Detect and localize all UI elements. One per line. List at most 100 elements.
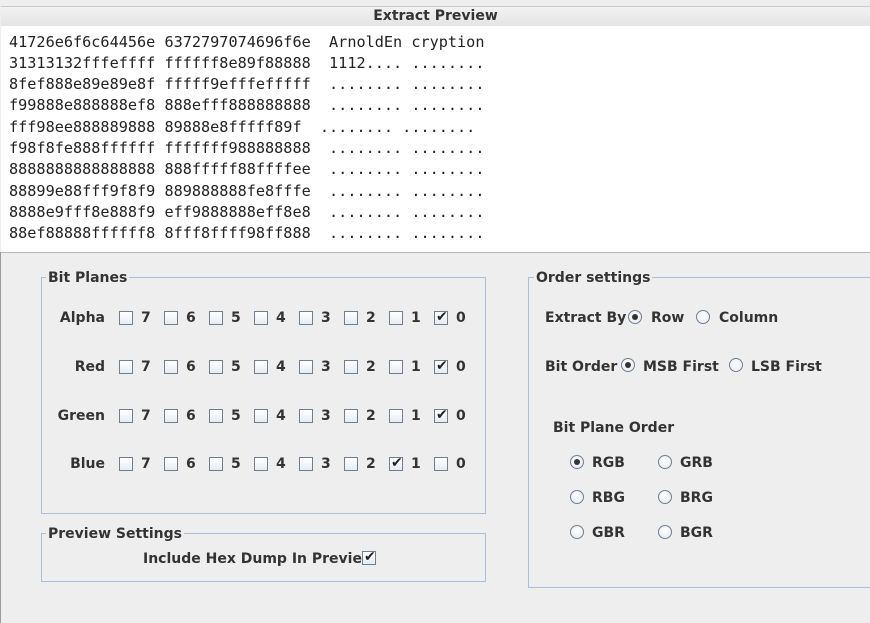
- include-hex-dump-checkbox[interactable]: ✔: [362, 549, 376, 565]
- red-bit-4-checkbox[interactable]: [254, 360, 268, 374]
- green-bit-2-checkbox[interactable]: [344, 409, 358, 423]
- blue-bit-2-label: 2: [366, 456, 376, 472]
- red-bit-0-checkbox[interactable]: ✔: [434, 358, 448, 374]
- green-bit-1-label: 1: [411, 408, 421, 424]
- green-bit-3-checkbox[interactable]: [299, 409, 313, 423]
- red-bit-1-checkbox[interactable]: [389, 360, 403, 374]
- bit-order-msb-label[interactable]: MSB First: [643, 359, 719, 375]
- blue-bit-6-checkbox[interactable]: [164, 457, 178, 471]
- alpha-bit-5-checkbox[interactable]: [209, 311, 223, 325]
- check-icon: ✔: [436, 358, 448, 374]
- alpha-bit-1-label: 1: [411, 310, 421, 326]
- red-bit-7-checkbox[interactable]: [119, 360, 133, 374]
- red-bit-4-label: 4: [276, 359, 286, 375]
- preview-line: 8888888888888888 888fffff88ffffee ......…: [9, 160, 485, 178]
- extract-preview-text-area[interactable]: 41726e6f6c64456e 6372797074696f6e Arnold…: [1, 26, 870, 253]
- bit-row-label-blue: Blue: [70, 456, 105, 472]
- extract-by-column-label[interactable]: Column: [719, 310, 778, 326]
- plane-order-grb-radio[interactable]: [658, 455, 672, 469]
- blue-bit-4-checkbox[interactable]: [254, 457, 268, 471]
- bit-row-label-red: Red: [74, 359, 105, 375]
- order-settings-title: Order settings: [534, 270, 653, 286]
- alpha-bit-6-checkbox[interactable]: [164, 311, 178, 325]
- blue-bit-6-label: 6: [186, 456, 196, 472]
- alpha-bit-2-checkbox[interactable]: [344, 311, 358, 325]
- radio-selected-dot: [625, 362, 631, 368]
- plane-order-brg-label[interactable]: BRG: [680, 490, 713, 506]
- alpha-bit-5-label: 5: [231, 310, 241, 326]
- blue-bit-3-checkbox[interactable]: [299, 457, 313, 471]
- alpha-bit-1-checkbox[interactable]: [389, 311, 403, 325]
- green-bit-7-label: 7: [141, 408, 151, 424]
- blue-bit-5-label: 5: [231, 456, 241, 472]
- bit-row-label-green: Green: [57, 408, 105, 424]
- green-bit-6-checkbox[interactable]: [164, 409, 178, 423]
- red-bit-2-label: 2: [366, 359, 376, 375]
- preview-line: f98f8fe888ffffff fffffff988888888 ......…: [9, 139, 485, 157]
- green-bit-7-checkbox[interactable]: [119, 409, 133, 423]
- alpha-bit-3-label: 3: [321, 310, 331, 326]
- plane-order-grb-label[interactable]: GRB: [680, 455, 713, 471]
- red-bit-2-checkbox[interactable]: [344, 360, 358, 374]
- bit-planes-title: Bit Planes: [46, 270, 130, 286]
- alpha-bit-0-label: 0: [456, 310, 466, 326]
- green-bit-1-checkbox[interactable]: [389, 409, 403, 423]
- plane-order-rbg-radio[interactable]: [570, 490, 584, 504]
- include-hex-dump-label: Include Hex Dump In Preview: [143, 551, 375, 567]
- plane-order-brg-radio[interactable]: [658, 490, 672, 504]
- green-bit-2-label: 2: [366, 408, 376, 424]
- bit-order-lsb-radio[interactable]: [729, 358, 743, 372]
- preview-line: 41726e6f6c64456e 6372797074696f6e Arnold…: [9, 33, 485, 51]
- blue-bit-2-checkbox[interactable]: [344, 457, 358, 471]
- bit-plane-order-label: Bit Plane Order: [553, 420, 675, 436]
- red-bit-0-label: 0: [456, 359, 466, 375]
- plane-order-gbr-radio[interactable]: [570, 525, 584, 539]
- plane-order-bgr-radio[interactable]: [658, 525, 672, 539]
- plane-order-rbg-label[interactable]: RBG: [592, 490, 625, 506]
- extract-by-row-radio[interactable]: [628, 310, 642, 324]
- blue-bit-5-checkbox[interactable]: [209, 457, 223, 471]
- green-bit-5-checkbox[interactable]: [209, 409, 223, 423]
- red-bit-1-label: 1: [411, 359, 421, 375]
- preview-line: 88899e88fff9f8f9 889888888fe8fffe ......…: [9, 182, 485, 200]
- blue-bit-7-checkbox[interactable]: [119, 457, 133, 471]
- blue-bit-0-checkbox[interactable]: [434, 457, 448, 471]
- bit-order-label: Bit Order: [545, 359, 618, 375]
- green-bit-0-checkbox[interactable]: ✔: [434, 407, 448, 423]
- preview-line: 8888e9fff8e888f9 eff9888888eff8e8 ......…: [9, 203, 485, 221]
- preview-settings-title: Preview Settings: [46, 526, 184, 542]
- extract-by-label: Extract By: [545, 310, 627, 326]
- blue-bit-1-label: 1: [411, 456, 421, 472]
- radio-selected-dot: [632, 314, 638, 320]
- green-bit-4-checkbox[interactable]: [254, 409, 268, 423]
- alpha-bit-0-checkbox[interactable]: ✔: [434, 309, 448, 325]
- green-bit-3-label: 3: [321, 408, 331, 424]
- alpha-bit-2-label: 2: [366, 310, 376, 326]
- blue-bit-7-label: 7: [141, 456, 151, 472]
- check-icon: ✔: [436, 309, 448, 325]
- alpha-bit-3-checkbox[interactable]: [299, 311, 313, 325]
- alpha-bit-7-label: 7: [141, 310, 151, 326]
- alpha-bit-4-checkbox[interactable]: [254, 311, 268, 325]
- red-bit-6-checkbox[interactable]: [164, 360, 178, 374]
- plane-order-bgr-label[interactable]: BGR: [680, 525, 713, 541]
- bit-order-msb-radio[interactable]: [621, 358, 635, 372]
- alpha-bit-7-checkbox[interactable]: [119, 311, 133, 325]
- red-bit-5-checkbox[interactable]: [209, 360, 223, 374]
- plane-order-rgb-label[interactable]: RGB: [592, 455, 625, 471]
- bit-order-lsb-label[interactable]: LSB First: [751, 359, 822, 375]
- extract-by-row-label[interactable]: Row: [651, 310, 684, 326]
- window-left-edge: [0, 252, 1, 623]
- extract-by-column-radio[interactable]: [696, 310, 710, 324]
- alpha-bit-4-label: 4: [276, 310, 286, 326]
- plane-order-gbr-label[interactable]: GBR: [592, 525, 625, 541]
- blue-bit-1-checkbox[interactable]: ✔: [389, 455, 403, 471]
- preview-line: 31313132fffeffff ffffff8e89f88888 1112..…: [9, 54, 485, 72]
- red-bit-3-checkbox[interactable]: [299, 360, 313, 374]
- red-bit-5-label: 5: [231, 359, 241, 375]
- preview-line: fff98ee888889888 89888e8fffff89f .......…: [9, 118, 476, 136]
- green-bit-6-label: 6: [186, 408, 196, 424]
- check-icon: ✔: [364, 549, 376, 565]
- alpha-bit-6-label: 6: [186, 310, 196, 326]
- plane-order-rgb-radio[interactable]: [570, 455, 584, 469]
